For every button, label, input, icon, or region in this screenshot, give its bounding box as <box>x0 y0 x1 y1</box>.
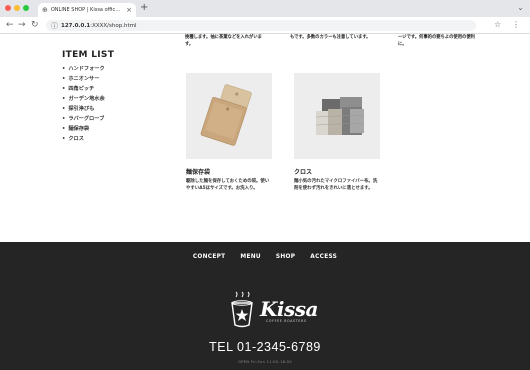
product-image-storage-bag[interactable] <box>186 73 272 159</box>
product-image-cloth[interactable] <box>294 73 380 159</box>
new-tab-button[interactable]: + <box>140 3 148 13</box>
extensions-icon[interactable]: ⋮ <box>512 20 520 29</box>
tab-menu-icon[interactable]: ⌄ <box>517 3 524 12</box>
minimize-window-button[interactable] <box>14 5 20 11</box>
browser-tab-active[interactable]: ⊕ ONLINE SHOP | Kissa offic... × <box>38 3 136 17</box>
logo-subtext: COFFEE ROASTERS <box>266 319 307 323</box>
item-list-link[interactable]: • ラバーグローブ <box>62 114 114 124</box>
browser-toolbar: ← → ↻ ⓘ 127.0.0.1:XXXX/shop.html ☆ ⋮ <box>0 17 530 34</box>
product-card[interactable]: 麺保存袋 駆除した麺を保存しておくための袋。使いやすいA5ほサイズです。お洗入り… <box>186 73 272 192</box>
window-controls <box>5 5 29 11</box>
close-window-button[interactable] <box>5 5 11 11</box>
footer-nav-shop[interactable]: SHOP <box>276 254 295 260</box>
product-desc-partial: 一ジです。何事的の要ちよの使用の便利に。 <box>398 35 475 47</box>
back-icon[interactable]: ← <box>6 20 14 30</box>
site-footer: CONCEPT MENU SHOP ACCESS Kissa COFFEE RO… <box>0 242 530 370</box>
footer-nav-access[interactable]: ACCESS <box>310 254 337 260</box>
item-list-link[interactable]: • ガーデン地水余 <box>62 94 114 104</box>
logo-text: Kissa <box>260 297 318 321</box>
browser-tab-bar: ⊕ ONLINE SHOP | Kissa offic... × + ⌄ <box>0 0 530 17</box>
footer-telephone: TEL 01-2345-6789 <box>209 340 321 354</box>
reload-icon[interactable]: ↻ <box>31 20 39 30</box>
bookmark-star-icon[interactable]: ☆ <box>494 20 501 29</box>
item-list-link[interactable]: • クロス <box>62 134 114 144</box>
coffee-cup-logo-icon <box>231 291 253 328</box>
item-list-link[interactable]: • ハンドフォーク <box>62 64 114 74</box>
url-text: 127.0.0.1:XXXX/shop.html <box>61 22 137 29</box>
item-list-link[interactable]: • ホニオンサー <box>62 74 114 84</box>
footer-nav-concept[interactable]: CONCEPT <box>193 254 226 260</box>
site-info-icon[interactable]: ⓘ <box>51 21 58 31</box>
maximize-window-button[interactable] <box>23 5 29 11</box>
item-list-sidebar: ITEM LIST • ハンドフォーク • ホニオンサー • 四角ピッチ • ガーデン地… <box>62 50 114 144</box>
product-name: 麺保存袋 <box>186 169 211 176</box>
item-list-link[interactable]: • 四角ピッチ <box>62 84 114 94</box>
footer-hours: OPEN Fri-Sun 11:00-18:00 <box>238 360 292 364</box>
footer-nav-menu[interactable]: MENU <box>240 254 261 260</box>
item-list: • ハンドフォーク • ホニオンサー • 四角ピッチ • ガーデン地水余 • 探引浄びも … <box>62 64 114 144</box>
tab-title: ONLINE SHOP | Kissa offic... <box>50 7 120 13</box>
item-list-title: ITEM LIST <box>62 50 115 60</box>
product-description: 麺小気の汚れたマイクロファイバー布。洗剤を使わず汚れをきれいに落とせます。 <box>294 179 378 191</box>
item-list-link[interactable]: • 探引浄びも <box>62 104 114 114</box>
globe-icon: ⊕ <box>42 5 48 14</box>
item-list-link[interactable]: • 麺保存袋 <box>62 124 114 134</box>
product-desc-partial: もです。多数のカラーも注意しています。 <box>290 35 371 40</box>
product-description: 駆除した麺を保存しておくための袋。使いやすいA5ほサイズです。お洗入り。 <box>186 179 270 191</box>
footer-logo[interactable]: Kissa COFFEE ROASTERS <box>222 291 318 331</box>
address-bar[interactable]: ⓘ 127.0.0.1:XXXX/shop.html <box>46 20 476 31</box>
product-desc-partial: 挽種します。抽に茶葉などを入れがいます。 <box>185 35 262 47</box>
page-content: 挽種します。抽に茶葉などを入れがいます。 もです。多数のカラーも注意しています。… <box>0 35 530 370</box>
product-card[interactable]: クロス 麺小気の汚れたマイクロファイバー布。洗剤を使わず汚れをきれいに落とせます… <box>294 73 380 192</box>
forward-icon[interactable]: → <box>18 20 26 30</box>
footer-nav: CONCEPT MENU SHOP ACCESS <box>0 254 530 260</box>
close-tab-icon[interactable]: × <box>126 6 132 14</box>
product-name: クロス <box>294 169 313 176</box>
